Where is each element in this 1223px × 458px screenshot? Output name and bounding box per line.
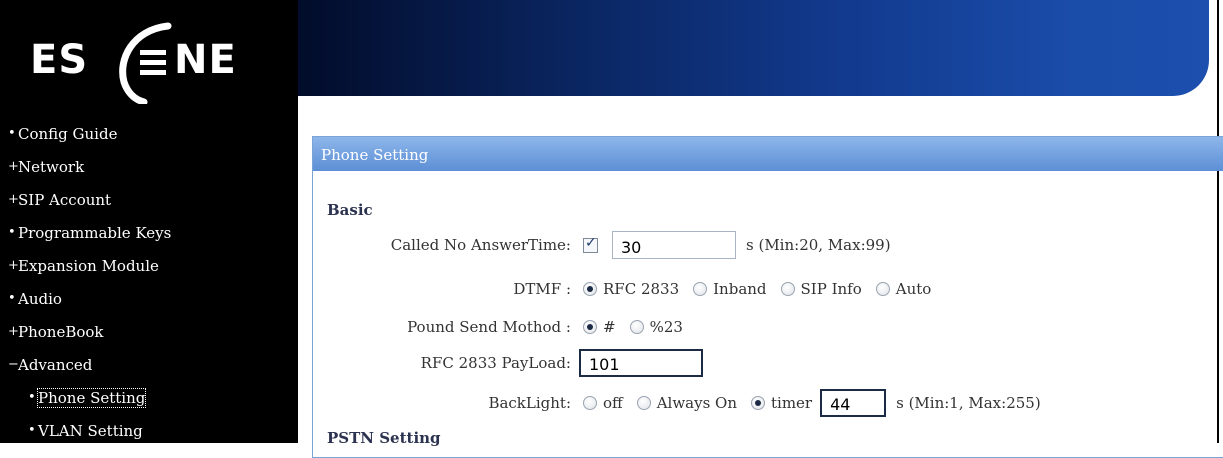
nav-item-audio[interactable]: • Audio <box>8 289 171 322</box>
dtmf-rfc2833-radio[interactable] <box>583 282 597 296</box>
pound-row: Pound Send Mothod : # %23 <box>313 313 685 341</box>
logo-text-left: ES <box>30 37 89 83</box>
sidebar: ES NE • Config Guide +Network +SIP Accoun… <box>0 0 298 443</box>
pound-hash-radio[interactable] <box>583 320 597 334</box>
pound-23-radio[interactable] <box>629 320 644 334</box>
nav-item-label: VLAN Setting <box>38 422 143 440</box>
nav-item-label: Phone Setting <box>36 388 147 408</box>
nav-subitem-vlan-setting[interactable]: • VLAN Setting <box>8 421 171 454</box>
bullet-icon: • <box>28 390 36 405</box>
panel-title: Phone Setting <box>313 137 1223 171</box>
backlight-always-on-radio[interactable] <box>636 396 651 410</box>
backlight-option-label: timer <box>771 394 813 412</box>
logo-text-right: NE <box>174 37 237 83</box>
dtmf-sipinfo-radio[interactable] <box>780 282 795 296</box>
payload-row: RFC 2833 PayLoad: <box>313 349 703 377</box>
nav-item-label: SIP Account <box>18 191 112 209</box>
nav-item-label: Config Guide <box>18 125 118 143</box>
nav-subitem-phone-setting[interactable]: • Phone Setting <box>8 388 171 421</box>
pound-label: Pound Send Mothod : <box>407 318 571 336</box>
pound-option-label: # <box>603 318 616 336</box>
backlight-option-label: Always On <box>656 394 737 412</box>
backlight-timer-input[interactable] <box>820 389 887 417</box>
nav-item-network[interactable]: +Network <box>8 157 171 190</box>
phone-setting-panel: Phone Setting Basic Called No AnswerTime… <box>312 136 1223 458</box>
backlight-label: BackLight: <box>488 394 571 412</box>
payload-input[interactable] <box>579 349 703 377</box>
nav-menu: • Config Guide +Network +SIP Account • Pro… <box>8 124 171 454</box>
backlight-timer-radio[interactable] <box>751 396 765 410</box>
nav-item-label: Advanced <box>18 356 93 374</box>
nav-item-label: Expansion Module <box>18 257 159 275</box>
dtmf-option-label: SIP Info <box>800 280 862 298</box>
called-no-answer-checkbox[interactable] <box>583 235 598 253</box>
nav-item-phonebook[interactable]: +PhoneBook <box>8 322 171 355</box>
expand-icon: + <box>8 324 19 339</box>
bullet-icon: • <box>8 291 16 306</box>
dtmf-option-label: Inband <box>713 280 767 298</box>
called-no-answer-label: Called No AnswerTime: <box>390 236 571 254</box>
dtmf-option-label: RFC 2833 <box>603 280 680 298</box>
dtmf-label: DTMF : <box>513 280 571 298</box>
nav-item-advanced[interactable]: −Advanced <box>8 355 171 388</box>
expand-icon: + <box>8 258 19 273</box>
backlight-hint: s (Min:1, Max:255) <box>896 394 1041 412</box>
nav-item-label: PhoneBook <box>18 323 104 341</box>
called-no-answer-hint: s (Min:20, Max:99) <box>746 236 891 254</box>
pound-option-label: %23 <box>649 318 683 336</box>
section-heading-basic: Basic <box>327 201 373 219</box>
backlight-option-label: off <box>603 394 623 412</box>
section-heading-pstn: PSTN Setting <box>327 429 441 447</box>
payload-label: RFC 2833 PayLoad: <box>420 354 571 372</box>
logo-swoosh-icon <box>119 22 172 104</box>
nav-item-programmable-keys[interactable]: • Programmable Keys <box>8 223 171 256</box>
dtmf-inband-radio[interactable] <box>693 282 708 296</box>
dtmf-option-label: Auto <box>895 280 932 298</box>
nav-item-config-guide[interactable]: • Config Guide <box>8 124 171 157</box>
dtmf-auto-radio[interactable] <box>875 282 890 296</box>
dtmf-row: DTMF : RFC 2833 Inband SIP Info Auto <box>313 275 933 303</box>
nav-item-expansion-module[interactable]: +Expansion Module <box>8 256 171 289</box>
expand-icon: + <box>8 159 19 174</box>
header-banner <box>298 0 1209 96</box>
backlight-row: BackLight: off Always On timer s (Min:1,… <box>313 389 1041 417</box>
nav-item-label: Network <box>18 158 85 176</box>
nav-item-label: Audio <box>18 290 62 308</box>
expand-icon: + <box>8 192 19 207</box>
called-no-answer-input[interactable] <box>612 231 736 259</box>
bullet-icon: • <box>8 126 16 141</box>
nav-item-label: Programmable Keys <box>18 224 172 242</box>
backlight-off-radio[interactable] <box>583 396 597 410</box>
collapse-icon: − <box>8 357 19 372</box>
called-no-answer-row: Called No AnswerTime: s (Min:20, Max:99) <box>313 231 891 259</box>
bullet-icon: • <box>8 225 16 240</box>
nav-item-sip-account[interactable]: +SIP Account <box>8 190 171 223</box>
bullet-icon: • <box>28 423 36 438</box>
